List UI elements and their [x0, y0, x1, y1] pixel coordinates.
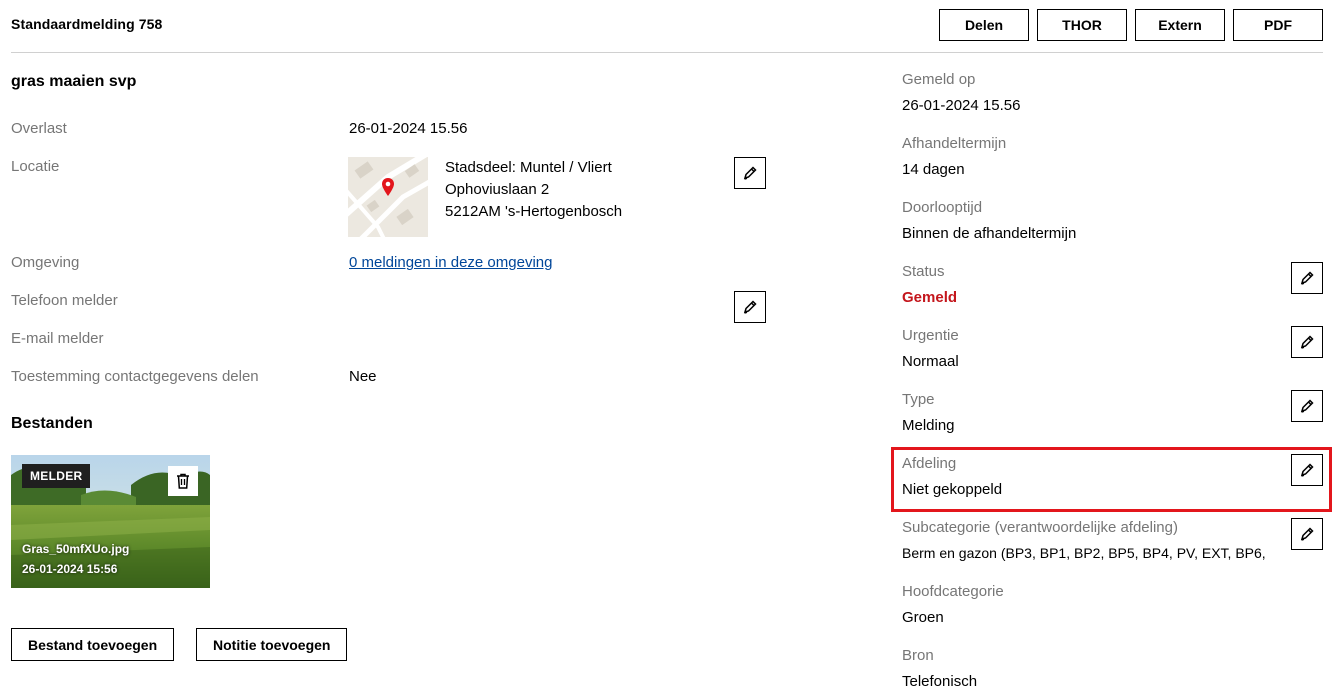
bron-label: Bron	[902, 647, 934, 664]
extern-button[interactable]: Extern	[1135, 9, 1225, 41]
status-label: Status	[902, 263, 945, 280]
trash-icon	[177, 473, 189, 489]
delete-file-button[interactable]	[168, 466, 198, 496]
status-value: Gemeld	[902, 289, 958, 306]
add-file-button[interactable]: Bestand toevoegen	[11, 628, 175, 661]
afdeling-label: Afdeling	[902, 455, 957, 472]
page-header: Standaardmelding 758 Delen THOR Extern P…	[11, 0, 1323, 53]
type-value: Melding	[902, 417, 955, 434]
uploader-badge: MELDER	[22, 464, 91, 488]
pdf-button[interactable]: PDF	[1233, 9, 1323, 41]
pencil-icon	[743, 300, 757, 314]
share-button[interactable]: Delen	[939, 9, 1029, 41]
edit-location-button[interactable]	[734, 157, 766, 189]
location-address: Stadsdeel: Muntel / Vliert Ophoviuslaan …	[445, 157, 622, 223]
map-image	[348, 157, 428, 237]
pencil-icon	[1300, 399, 1314, 413]
add-note-button[interactable]: Notitie toevoegen	[196, 628, 348, 661]
files-heading: Bestanden	[11, 415, 93, 432]
subcategorie-label: Subcategorie (verantwoordelijke afdeling…	[902, 519, 1178, 536]
afhandeltermijn-value: 14 dagen	[902, 161, 965, 178]
header-actions: Delen THOR Extern PDF	[939, 9, 1323, 41]
toestemming-value: Nee	[349, 368, 377, 385]
edit-type-button[interactable]	[1291, 390, 1323, 422]
edit-status-button[interactable]	[1291, 262, 1323, 294]
gemeld-op-value: 26-01-2024 15.56	[902, 97, 1021, 114]
omgeving-link[interactable]: 0 meldingen in deze omgeving	[349, 254, 552, 271]
address-line-district: Stadsdeel: Muntel / Vliert	[445, 159, 612, 176]
pencil-icon	[1300, 463, 1314, 477]
afdeling-value: Niet gekoppeld	[902, 481, 1003, 498]
doorlooptijd-value: Binnen de afhandeltermijn	[902, 225, 1077, 242]
bron-value: Telefonisch	[902, 673, 978, 690]
pencil-icon	[1300, 335, 1314, 349]
address-line-street: Ophoviuslaan 2	[445, 181, 550, 198]
address-line-city: 5212AM 's-Hertogenbosch	[445, 203, 623, 220]
map-pin-icon	[382, 178, 394, 196]
telefoon-label: Telefoon melder	[11, 292, 118, 309]
afhandeltermijn-label: Afhandeltermijn	[902, 135, 1007, 152]
locatie-label: Locatie	[11, 158, 60, 175]
urgentie-label: Urgentie	[902, 327, 959, 344]
incident-title: gras maaien svp	[11, 73, 137, 90]
type-label: Type	[902, 391, 935, 408]
doorlooptijd-label: Doorlooptijd	[902, 199, 983, 216]
hoofdcategorie-value: Groen	[902, 609, 944, 626]
urgentie-value: Normaal	[902, 353, 959, 370]
thor-button[interactable]: THOR	[1037, 9, 1127, 41]
location-map[interactable]	[348, 157, 428, 237]
subcategorie-value: Berm en gazon (BP3, BP1, BP2, BP5, BP4, …	[902, 545, 1266, 561]
pencil-icon	[1300, 527, 1314, 541]
overlast-value: 26-01-2024 15.56	[349, 120, 468, 137]
overlast-label: Overlast	[11, 120, 67, 137]
gemeld-op-label: Gemeld op	[902, 71, 976, 88]
edit-subcategorie-button[interactable]	[1291, 518, 1323, 550]
pencil-icon	[1300, 271, 1314, 285]
omgeving-label: Omgeving	[11, 254, 80, 271]
file-date: 26-01-2024 15:56	[22, 562, 118, 576]
hoofdcategorie-label: Hoofdcategorie	[902, 583, 1004, 600]
file-name: Gras_50mfXUo.jpg	[22, 542, 130, 556]
file-thumbnail[interactable]: MELDER Gras_50mfXUo.jpg 26-01-2024 15:56	[11, 455, 210, 588]
pencil-icon	[743, 166, 757, 180]
email-label: E-mail melder	[11, 330, 104, 347]
edit-urgentie-button[interactable]	[1291, 326, 1323, 358]
afdeling-highlight	[891, 447, 1332, 512]
page-title: Standaardmelding 758	[11, 16, 163, 32]
edit-contact-button[interactable]	[734, 291, 766, 323]
edit-afdeling-button[interactable]	[1291, 454, 1323, 486]
toestemming-label: Toestemming contactgegevens delen	[11, 368, 259, 385]
